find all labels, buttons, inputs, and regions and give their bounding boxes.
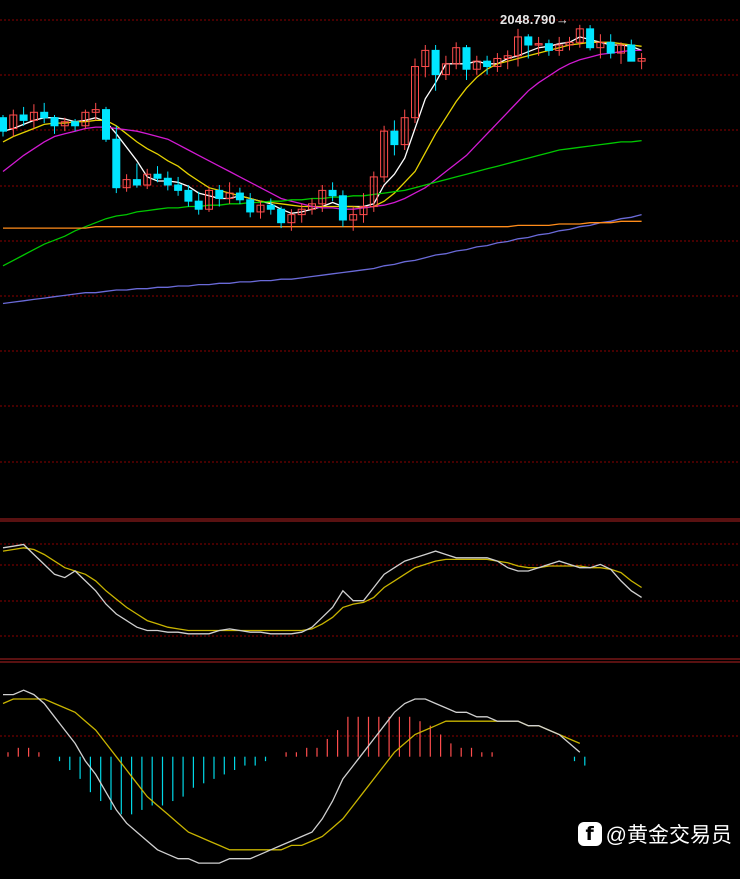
- candle-61: [627, 39, 636, 62]
- candle-46: [472, 55, 481, 75]
- candle-body: [431, 49, 440, 76]
- candle-53: [544, 39, 553, 56]
- candle-body: [174, 184, 183, 191]
- candle-40: [411, 58, 419, 124]
- candle-27: [277, 206, 286, 229]
- candle-body: [544, 43, 553, 51]
- candle-37: [380, 125, 389, 183]
- candle-16: [163, 171, 172, 191]
- peak-price-label: 2048.790→: [500, 12, 570, 27]
- candle-57: [586, 25, 595, 51]
- candle-body: [266, 204, 275, 210]
- candle-12: [122, 174, 131, 192]
- candle-body: [40, 111, 49, 119]
- candle-4: [40, 102, 49, 124]
- candle-body: [390, 130, 399, 146]
- candle-25: [256, 201, 265, 219]
- candle-body: [102, 109, 110, 140]
- candle-20: [205, 187, 213, 212]
- candle-24: [246, 193, 255, 218]
- candle-body: [163, 177, 172, 186]
- candle-body: [586, 28, 595, 49]
- candle-body: [246, 199, 255, 213]
- candle-body: [50, 117, 59, 127]
- candle-13: [132, 163, 141, 188]
- candle-33: [338, 190, 347, 227]
- watermark: f @黄金交易员: [577, 819, 732, 849]
- candle-21: [215, 185, 224, 207]
- ma-line-ma120: [2, 213, 642, 305]
- candle-10: [102, 106, 110, 142]
- candle-body: [71, 121, 80, 127]
- candle-body: [0, 117, 7, 132]
- candle-body: [194, 200, 203, 210]
- moving-average-lines: [2, 36, 642, 305]
- candle-1: [9, 109, 18, 137]
- candle-17: [174, 176, 183, 196]
- candle-body: [627, 44, 636, 62]
- candle-body: [338, 195, 347, 221]
- macd-dif-line: [3, 689, 581, 864]
- candle-body: [235, 192, 244, 201]
- macd-indicator: [2, 689, 586, 864]
- candle-body: [184, 189, 193, 202]
- candle-59: [606, 34, 615, 59]
- candle-41: [421, 45, 430, 78]
- macd-dea-line: [2, 698, 581, 851]
- candle-19: [194, 191, 203, 215]
- candle-8: [81, 109, 90, 129]
- candle-23: [235, 187, 244, 204]
- candle-body: [462, 47, 471, 70]
- candle-body: [483, 60, 492, 68]
- candle-44: [452, 42, 461, 70]
- candle-body: [112, 138, 121, 189]
- candle-55: [565, 36, 574, 51]
- candle-body: [132, 179, 141, 186]
- price-candles: [0, 24, 646, 231]
- candle-body: [328, 189, 337, 197]
- weibo-logo-icon: f: [577, 822, 602, 846]
- candle-body: [606, 41, 615, 54]
- candle-body: [215, 189, 224, 199]
- candle-body: [19, 114, 28, 121]
- ma-line-ma250: [3, 220, 642, 229]
- candle-50: [514, 28, 522, 67]
- candle-62: [637, 53, 646, 70]
- candle-body: [277, 208, 286, 224]
- candle-5: [50, 115, 59, 134]
- watermark-text: @黄金交易员: [605, 824, 732, 847]
- candle-body: [524, 36, 533, 46]
- candle-42: [431, 45, 440, 91]
- panel-borders: [0, 518, 740, 663]
- candle-38: [390, 120, 399, 156]
- candle-3: [29, 104, 38, 129]
- candle-32: [328, 182, 337, 202]
- kdj-indicator: [2, 543, 642, 635]
- candle-11: [112, 125, 121, 194]
- kdj-k-line: [2, 543, 642, 635]
- candle-39: [400, 109, 409, 150]
- ma-line-ma10: [2, 41, 642, 209]
- candle-body: [153, 173, 162, 179]
- candlestick-chart: [0, 19, 740, 864]
- candle-54: [555, 36, 564, 56]
- candle-0: [0, 115, 7, 137]
